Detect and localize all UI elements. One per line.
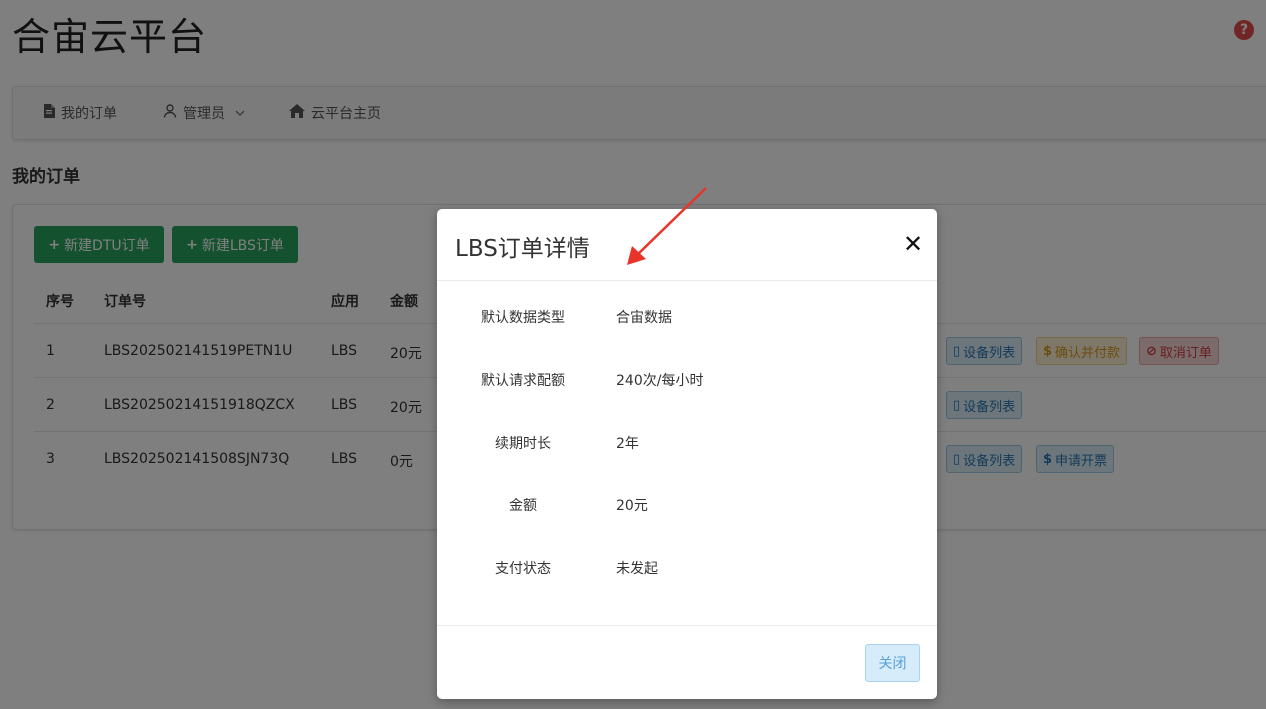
field-label: 续期时长 xyxy=(495,436,551,452)
order-detail-modal: LBS订单详情 ✕ 默认数据类型 合宙数据 默认请求配额 240次/每小时 续期… xyxy=(437,209,937,699)
page: 合宙云平台 ? 我的订单 管理员 云平台主页 我的订单 + xyxy=(0,0,1266,709)
field-value: 20元 xyxy=(616,498,648,514)
field-value: 240次/每小时 xyxy=(616,373,704,389)
field-label: 金额 xyxy=(509,498,537,514)
modal-title: LBS订单详情 xyxy=(455,236,590,262)
modal-header: LBS订单详情 ✕ xyxy=(437,209,937,281)
close-icon[interactable]: ✕ xyxy=(903,232,923,256)
field-value: 未发起 xyxy=(616,561,658,577)
field-label: 支付状态 xyxy=(495,561,551,577)
close-button[interactable]: 关闭 xyxy=(865,644,920,682)
field-value: 合宙数据 xyxy=(616,310,672,326)
field-value: 2年 xyxy=(616,436,639,452)
field-label: 默认请求配额 xyxy=(481,373,565,389)
field-label: 默认数据类型 xyxy=(481,310,565,326)
modal-footer: 关闭 xyxy=(437,625,937,699)
